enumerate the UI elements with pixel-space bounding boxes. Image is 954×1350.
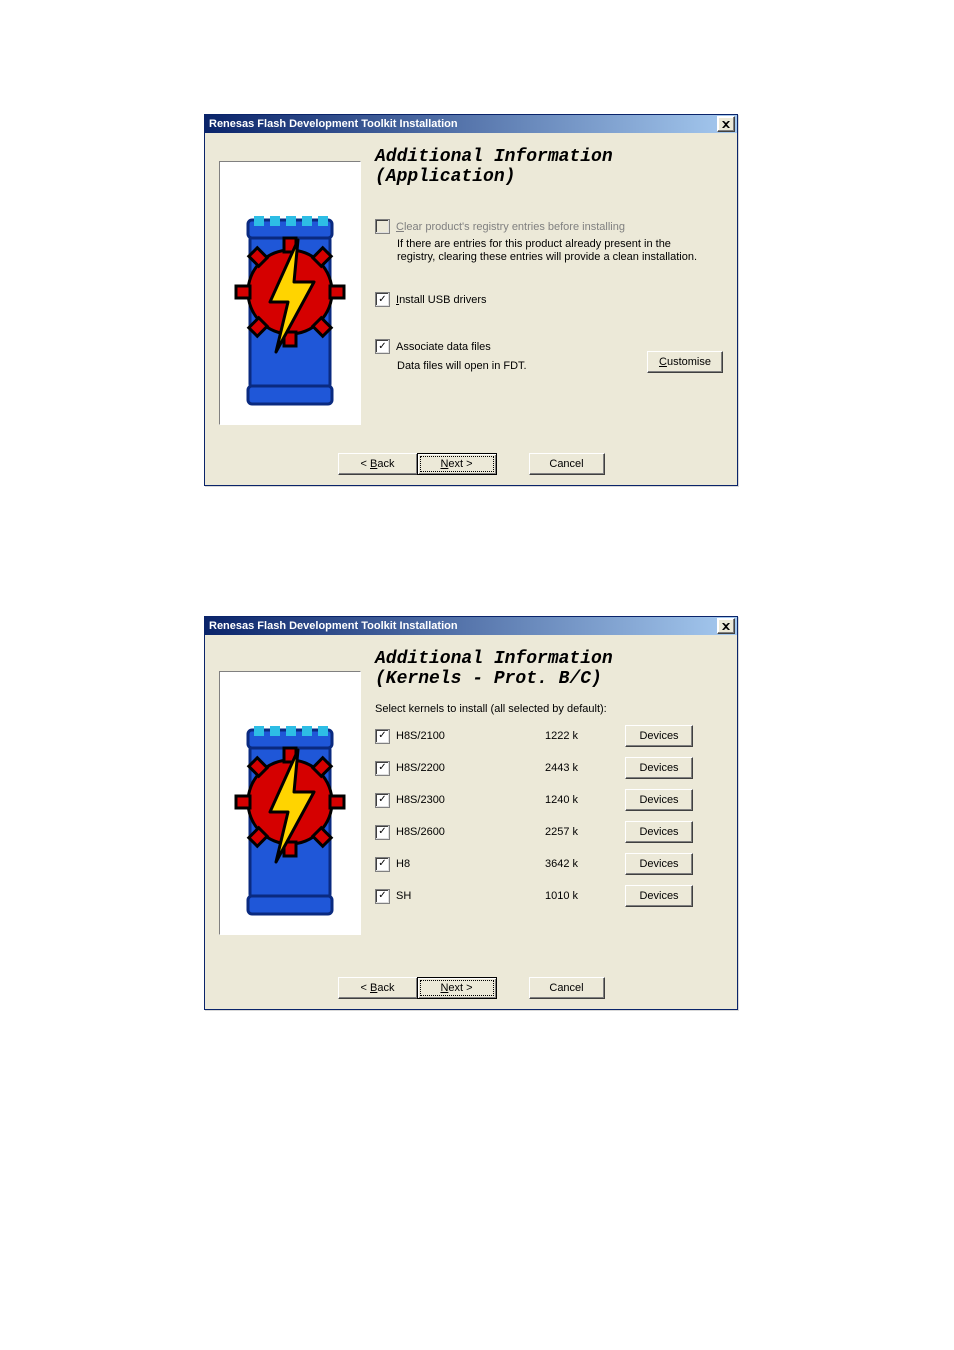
kernel-devices-cell: Devices bbox=[625, 885, 723, 907]
kernel-checkbox[interactable]: ✓ bbox=[375, 889, 390, 904]
kernel-row[interactable]: ✓ H8S/2600 bbox=[375, 825, 545, 840]
kernel-checkbox[interactable]: ✓ bbox=[375, 761, 390, 776]
chip-lightning-icon bbox=[220, 162, 360, 424]
devices-button[interactable]: Devices bbox=[625, 789, 693, 811]
cancel-button[interactable]: Cancel bbox=[529, 977, 605, 999]
installer-dialog-application: Renesas Flash Development Toolkit Instal… bbox=[204, 114, 738, 486]
devices-button[interactable]: Devices bbox=[625, 885, 693, 907]
heading-line-1: Additional Information bbox=[375, 649, 613, 669]
kernel-list: ✓H8S/21001222 kDevices✓H8S/22002443 kDev… bbox=[375, 725, 723, 907]
devices-button[interactable]: Devices bbox=[625, 853, 693, 875]
installer-logo bbox=[219, 161, 361, 425]
heading-line-2: (Kernels - Prot. B/C) bbox=[375, 669, 602, 689]
page-title: Additional Information (Kernels - Prot. … bbox=[375, 649, 723, 689]
kernel-checkbox[interactable]: ✓ bbox=[375, 793, 390, 808]
customise-button[interactable]: Customise bbox=[647, 351, 723, 373]
cancel-button[interactable]: Cancel bbox=[529, 453, 605, 475]
close-button[interactable] bbox=[717, 116, 735, 132]
kernel-devices-cell: Devices bbox=[625, 853, 723, 875]
chip-lightning-icon bbox=[220, 672, 360, 934]
kernel-devices-cell: Devices bbox=[625, 725, 723, 747]
devices-button[interactable]: Devices bbox=[625, 757, 693, 779]
close-icon bbox=[722, 121, 730, 128]
kernel-size: 1222 k bbox=[545, 730, 625, 742]
window-title: Renesas Flash Development Toolkit Instal… bbox=[209, 617, 458, 635]
back-button[interactable]: < Back bbox=[338, 453, 418, 475]
installer-dialog-kernels: Renesas Flash Development Toolkit Instal… bbox=[204, 616, 738, 1010]
kernel-row[interactable]: ✓ H8S/2100 bbox=[375, 729, 545, 744]
kernel-devices-cell: Devices bbox=[625, 821, 723, 843]
next-button[interactable]: Next > bbox=[417, 977, 497, 999]
kernel-devices-cell: Devices bbox=[625, 757, 723, 779]
titlebar: Renesas Flash Development Toolkit Instal… bbox=[205, 115, 737, 133]
kernel-row[interactable]: ✓ SH bbox=[375, 889, 545, 904]
kernel-name: H8 bbox=[396, 858, 410, 870]
content-area: Additional Information (Application) Cle… bbox=[375, 147, 723, 439]
kernel-devices-cell: Devices bbox=[625, 789, 723, 811]
heading-line-2: (Application) bbox=[375, 167, 515, 187]
kernel-row[interactable]: ✓ H8S/2200 bbox=[375, 761, 545, 776]
close-icon bbox=[722, 623, 730, 630]
kernel-name: SH bbox=[396, 890, 411, 902]
kernel-row[interactable]: ✓ H8S/2300 bbox=[375, 793, 545, 808]
customise-button-wrap: Customise bbox=[647, 351, 723, 373]
next-button[interactable]: Next > bbox=[417, 453, 497, 475]
window-title: Renesas Flash Development Toolkit Instal… bbox=[209, 115, 458, 133]
install-usb-checkbox[interactable]: ✓ bbox=[375, 292, 390, 307]
kernel-row[interactable]: ✓ H8 bbox=[375, 857, 545, 872]
install-usb-checkbox-row[interactable]: ✓ Install USB drivers bbox=[375, 292, 723, 307]
install-usb-label: Install USB drivers bbox=[396, 294, 486, 306]
kernel-size: 3642 k bbox=[545, 858, 625, 870]
kernel-name: H8S/2600 bbox=[396, 826, 445, 838]
nav-row: < Back Next > Cancel bbox=[205, 453, 737, 475]
content-area: Additional Information (Kernels - Prot. … bbox=[375, 649, 723, 963]
devices-button[interactable]: Devices bbox=[625, 725, 693, 747]
nav-row: < Back Next > Cancel bbox=[205, 977, 737, 999]
heading-line-1: Additional Information bbox=[375, 147, 613, 167]
clear-registry-checkbox-row: Clear product's registry entries before … bbox=[375, 219, 723, 234]
kernel-checkbox[interactable]: ✓ bbox=[375, 825, 390, 840]
kernel-name: H8S/2200 bbox=[396, 762, 445, 774]
kernel-name: H8S/2300 bbox=[396, 794, 445, 806]
kernel-size: 1240 k bbox=[545, 794, 625, 806]
devices-button[interactable]: Devices bbox=[625, 821, 693, 843]
clear-registry-label: Clear product's registry entries before … bbox=[396, 221, 625, 233]
installer-logo bbox=[219, 671, 361, 935]
back-button[interactable]: < Back bbox=[338, 977, 418, 999]
kernel-checkbox[interactable]: ✓ bbox=[375, 729, 390, 744]
page-title: Additional Information (Application) bbox=[375, 147, 723, 187]
associate-files-label: Associate data files bbox=[396, 341, 491, 353]
close-button[interactable] bbox=[717, 618, 735, 634]
kernel-checkbox[interactable]: ✓ bbox=[375, 857, 390, 872]
clear-registry-help: If there are entries for this product al… bbox=[397, 238, 707, 264]
kernels-subhead: Select kernels to install (all selected … bbox=[375, 703, 723, 715]
kernel-size: 2443 k bbox=[545, 762, 625, 774]
clear-registry-checkbox bbox=[375, 219, 390, 234]
titlebar: Renesas Flash Development Toolkit Instal… bbox=[205, 617, 737, 635]
kernel-name: H8S/2100 bbox=[396, 730, 445, 742]
associate-files-checkbox[interactable]: ✓ bbox=[375, 339, 390, 354]
kernel-size: 2257 k bbox=[545, 826, 625, 838]
kernel-size: 1010 k bbox=[545, 890, 625, 902]
